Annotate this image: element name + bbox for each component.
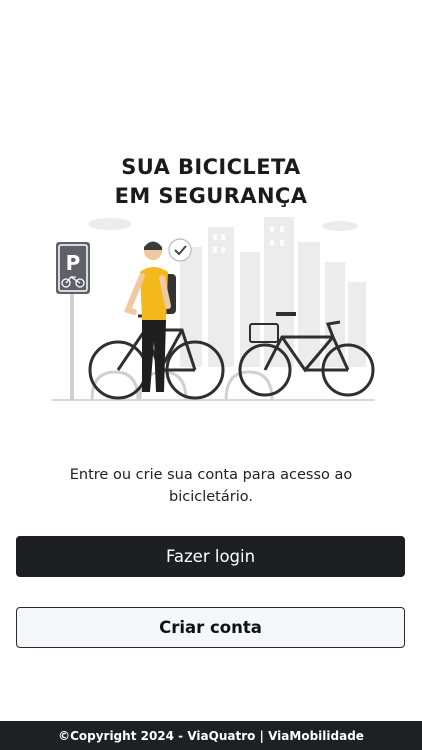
create-account-button[interactable]: Criar conta [16, 607, 405, 648]
intro-text: Entre ou crie sua conta para acesso ao b… [69, 467, 353, 505]
parking-sign-icon: P [56, 242, 90, 400]
footer: ©Copyright 2024 - ViaQuatro | ViaMobilid… [0, 721, 422, 750]
svg-text:P: P [66, 251, 81, 275]
title-line-2: EM SEGURANÇA [114, 184, 308, 208]
check-icon [168, 238, 192, 262]
title-line-1: SUA BICICLETA [121, 155, 301, 179]
page-title: SUA BICICLETA EM SEGURANÇA [0, 153, 422, 211]
copyright-text: ©Copyright 2024 - ViaQuatro | ViaMobilid… [58, 728, 364, 743]
login-button[interactable]: Fazer login [16, 536, 405, 577]
bike-parking-illustration: P [52, 217, 375, 401]
